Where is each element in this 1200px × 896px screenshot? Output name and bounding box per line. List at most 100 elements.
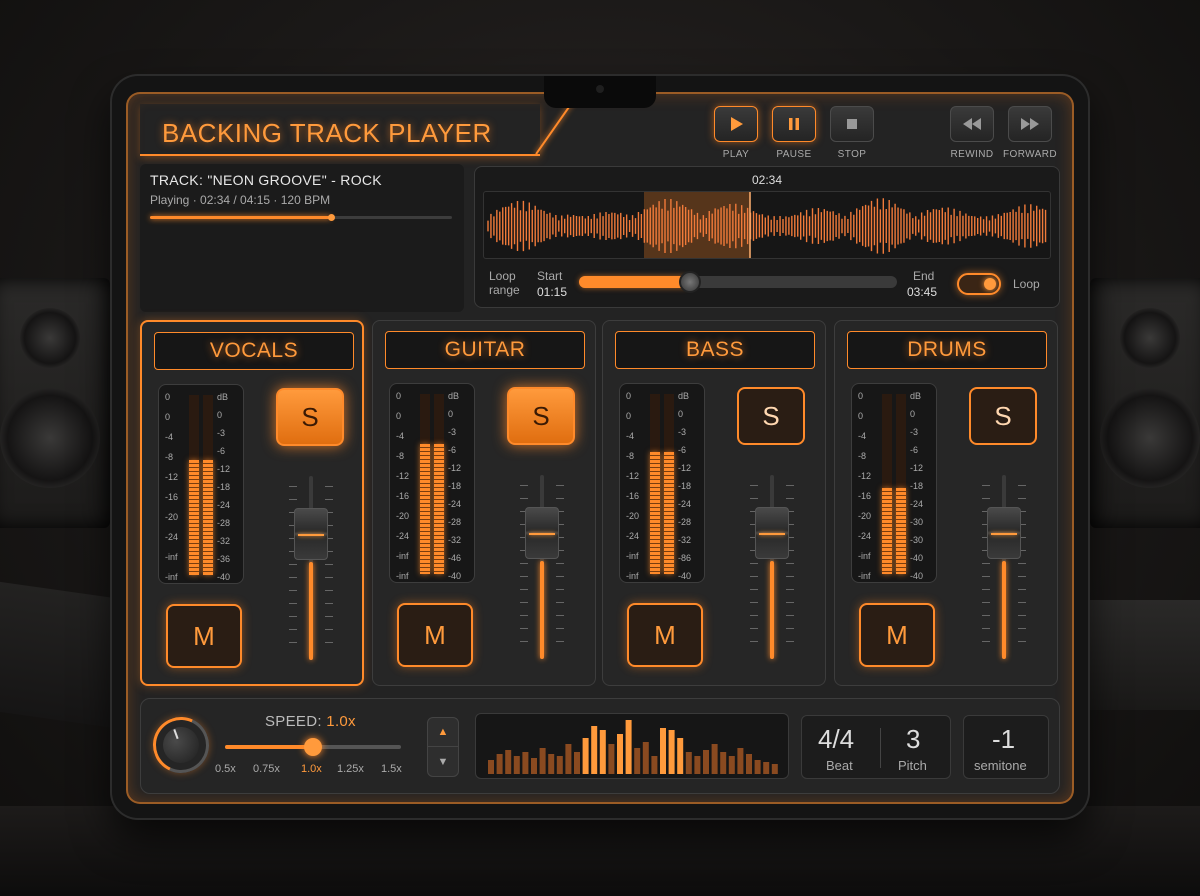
spectrum-bar [703,750,709,774]
fader-tick [982,641,990,642]
fader-tick [786,498,794,499]
fader-tick [289,629,297,630]
meter-tick: 0 [858,391,864,401]
speed-slider-thumb[interactable] [304,738,322,756]
pause-button-face[interactable] [772,106,816,142]
meter-tick: -inf [626,571,639,581]
meter-tick: -12 [858,471,872,481]
forward-button-face[interactable] [1008,106,1052,142]
pause-button[interactable]: PAUSE [772,106,816,160]
volume-fader-handle[interactable] [294,508,328,560]
mixer-channels: VOCALS 0 0 -4 -8 -12 -16 -20 -24 -inf -inf dB 0 -3 -6… [140,320,1060,686]
stop-button-face[interactable] [830,106,874,142]
fader-tick [750,589,758,590]
step-up-button[interactable]: ▲ [428,718,458,747]
speed-tick: 0.5x [215,763,236,775]
volume-fader-handle[interactable] [987,507,1021,559]
meter-tick: -12 [396,471,410,481]
loop-range-slider[interactable] [579,271,897,293]
track-progress-thumb[interactable] [328,214,336,221]
meter-bar [664,394,674,574]
meter-tick: -8 [396,451,405,461]
forward-icon [1021,118,1039,130]
meter-tick: -16 [626,491,640,501]
fader-tick [1018,498,1026,499]
spectrum-bar [763,762,770,774]
speed-slider[interactable] [225,738,401,756]
spectrum-bar [548,754,555,774]
volume-fader-handle[interactable] [525,507,559,559]
loop-start-label: Start [537,269,563,283]
speed-tick: 0.75x [253,763,280,775]
stop-label: STOP [837,149,867,160]
solo-button[interactable]: S [969,387,1037,445]
fader-tick [556,576,564,577]
solo-button[interactable]: S [507,387,575,445]
fader-tick [982,498,990,499]
mute-button[interactable]: M [397,603,473,667]
speed-tick: 1.0x [301,763,322,775]
spectrum-bar [496,754,503,774]
channel-strip-bass: BASS 0 0 -4 -8 -12 -16 -20 -24 -inf -inf dB 0 -3 -6 -1… [602,320,826,686]
play-button[interactable]: PLAY [714,106,758,160]
meter-tick: -12 [448,463,462,473]
meter-tick: -16 [165,492,179,502]
spectrum-bar [505,750,512,774]
fader-tick [520,485,528,486]
track-progress-bar[interactable] [150,214,452,221]
meter-tick: -4 [396,431,405,441]
fader-tick [520,498,528,499]
spectrum-bar [746,754,752,774]
meter-tick: -24 [858,531,872,541]
mute-button[interactable]: M [859,603,935,667]
meter-tick: -4 [626,431,635,441]
loop-toggle[interactable] [957,273,1001,295]
meter-tick: -28 [678,517,692,527]
fader-tick [750,498,758,499]
meter-level [434,444,444,574]
waveform-display[interactable] [483,191,1051,259]
meter-tick: -18 [217,482,231,492]
background-mixer-left [0,581,115,729]
spectrum-bar [685,752,692,774]
rewind-button[interactable]: REWIND [950,106,994,160]
mute-button[interactable]: M [627,603,703,667]
channel-strip-drums: DRUMS 0 0 -4 -8 -12 -16 -20 -24 -inf -inf dB 0 -3 -6 -… [834,320,1058,686]
meter-tick: -inf [396,571,409,581]
bottom-control-bar: SPEED: 1.0x 0.5x 0.75x 1.0x 1.25x 1.5x ▲… [140,698,1060,794]
loop-range-thumb[interactable] [679,271,702,293]
fader-tick [786,576,794,577]
meter-tick: dB [448,391,460,401]
fader-tick [556,485,564,486]
meter-tick: -32 [678,535,692,545]
fader-tick [750,485,758,486]
meter-tick: -40 [448,571,462,581]
volume-fader-handle[interactable] [755,507,789,559]
solo-button[interactable]: S [737,387,805,445]
meter-tick: -86 [678,553,692,563]
fader-tick [289,603,297,604]
step-down-button[interactable]: ▼ [428,747,458,776]
play-button-face[interactable] [714,106,758,142]
speed-knob[interactable] [145,709,217,781]
stop-button[interactable]: STOP [830,106,874,160]
rewind-button-face[interactable] [950,106,994,142]
meter-tick: -12 [678,463,692,473]
fader-tick [786,615,794,616]
solo-button[interactable]: S [276,388,344,446]
meter-bar [420,394,430,574]
meter-tick: -24 [448,499,462,509]
meter-tick: -inf [165,552,178,562]
meter-bar [896,394,906,574]
meter-bar [203,395,213,575]
meter-tick: -20 [396,511,410,521]
meter-level [896,487,906,574]
meter-level [882,487,892,574]
pause-icon [789,118,799,130]
pitch-label: Pitch [898,758,927,773]
mute-button[interactable]: M [166,604,242,668]
meter-tick: 0 [858,411,864,421]
spectrum-bar [591,726,598,774]
forward-button[interactable]: FORWARD [1003,106,1057,160]
meter-tick: -28 [448,517,462,527]
